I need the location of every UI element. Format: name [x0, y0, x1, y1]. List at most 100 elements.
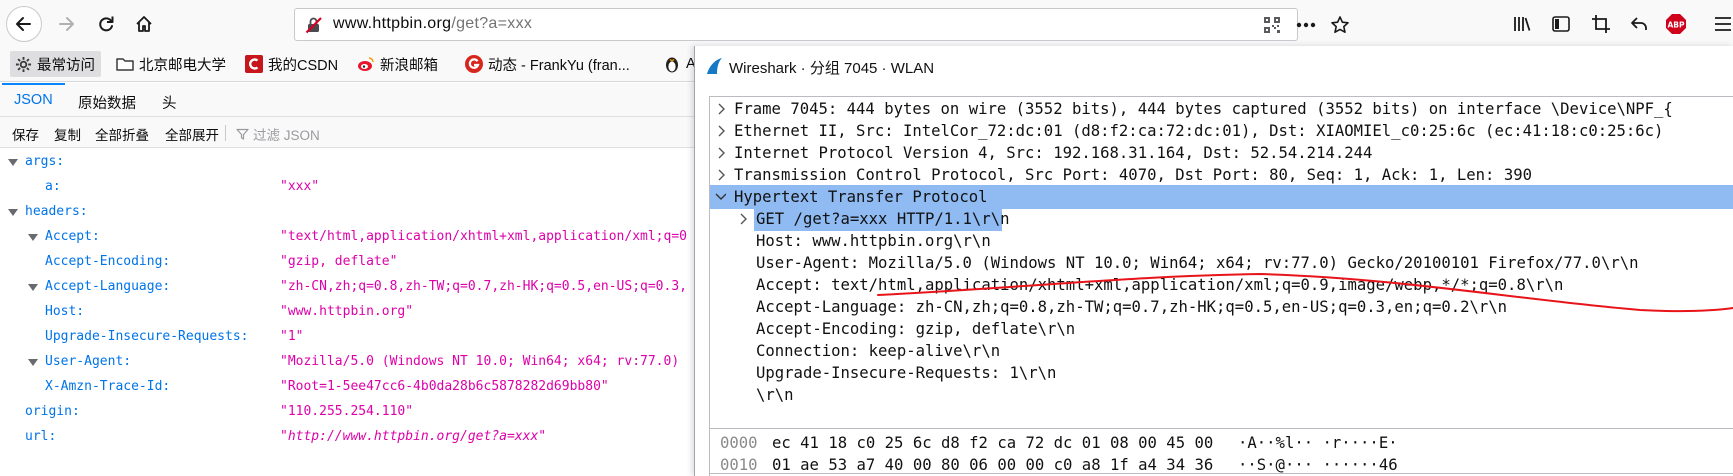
bookmark-csdn[interactable]: 我的CSDN: [245, 51, 338, 77]
penguin-icon: [663, 55, 681, 73]
json-row-url[interactable]: url: "http://www.httpbin.org/get?a=xxx": [0, 425, 700, 449]
url-bar[interactable]: www.httpbin.org/get?a=xxx: [294, 8, 1349, 41]
qr-code-icon[interactable]: [1263, 16, 1281, 34]
tree-row-accept-language[interactable]: Accept-Language: zh-CN,zh;q=0.8,zh-TW;q=…: [710, 295, 1733, 319]
json-row-accept[interactable]: Accept: "text/html,application/xhtml+xml…: [0, 225, 700, 249]
json-row-accept-encoding[interactable]: Accept-Encoding: "gzip, deflate": [0, 250, 700, 274]
wireshark-title-bar[interactable]: Wireshark · 分组 7045 · WLAN: [695, 46, 1733, 86]
twisty-expanded-icon[interactable]: [28, 284, 38, 291]
collapse-all-button[interactable]: 全部折叠: [95, 124, 149, 144]
library-button[interactable]: [1511, 13, 1533, 35]
weibo-icon: [357, 55, 375, 73]
adblock-button[interactable]: ABP: [1665, 13, 1687, 35]
bookmark-label: 最常访问: [37, 57, 95, 74]
reload-icon: [99, 16, 114, 32]
tree-row-http-request-line[interactable]: GET /get?a=xxx HTTP/1.1\r\n: [710, 207, 1733, 231]
filter-placeholder: 过滤 JSON: [253, 128, 320, 143]
copy-button[interactable]: 复制: [54, 124, 81, 144]
hex-bytes: ec 41 18 c0 25 6c d8 f2 ca 72 dc 01 08 0…: [772, 434, 1214, 452]
tree-row-host[interactable]: Host: www.httpbin.org\r\n: [710, 229, 1733, 253]
tree-row-accept[interactable]: Accept: text/html,application/xhtml+xml,…: [710, 273, 1733, 297]
json-row-accept-language[interactable]: Accept-Language: "zh-CN,zh;q=0.8,zh-TW;q…: [0, 275, 700, 299]
tree-row-user-agent[interactable]: User-Agent: Mozilla/5.0 (Windows NT 10.0…: [710, 251, 1733, 275]
home-button[interactable]: [126, 6, 162, 42]
reload-button[interactable]: [88, 6, 124, 42]
sidebar-icon: [1552, 16, 1570, 32]
json-row-user-agent[interactable]: User-Agent: "Mozilla/5.0 (Windows NT 10.…: [0, 350, 700, 374]
page-actions-button[interactable]: [1295, 15, 1317, 35]
chevron-right-icon[interactable]: [716, 163, 728, 187]
undo-button[interactable]: [1628, 13, 1650, 35]
arrow-left-icon: [16, 17, 31, 31]
json-row-headers[interactable]: headers:: [0, 200, 700, 224]
tree-row-text: Host: www.httpbin.org\r\n: [756, 232, 991, 250]
json-key: headers:: [25, 204, 88, 219]
bookmark-bupt[interactable]: 北京邮电大学: [116, 51, 226, 77]
tree-row-tcp[interactable]: Transmission Control Protocol, Src Port:…: [710, 163, 1733, 187]
bookmark-a[interactable]: A: [663, 51, 696, 77]
tree-row-crlf[interactable]: \r\n: [710, 383, 1733, 407]
forward-button[interactable]: [48, 6, 84, 42]
wireshark-window: Wireshark · 分组 7045 · WLAN Frame 7045: 4…: [694, 46, 1733, 476]
toolbar-divider: [225, 125, 226, 141]
json-row-args[interactable]: args:: [0, 150, 700, 174]
screenshot-button[interactable]: [1590, 13, 1612, 35]
tree-row-text: Upgrade-Insecure-Requests: 1\r\n: [756, 364, 1057, 382]
json-row-origin[interactable]: origin: "110.255.254.110": [0, 400, 700, 424]
json-viewer-tabs: JSON 原始数据 头: [0, 83, 700, 117]
tree-row-accept-encoding[interactable]: Accept-Encoding: gzip, deflate\r\n: [710, 317, 1733, 341]
filter-json-input[interactable]: 过滤 JSON: [236, 124, 320, 144]
json-row-trace-id[interactable]: X-Amzn-Trace-Id: "Root=1-5ee47cc6-4b0da2…: [0, 375, 700, 399]
chevron-right-icon[interactable]: [738, 207, 750, 231]
tree-row-frame[interactable]: Frame 7045: 444 bytes on wire (3552 bits…: [710, 97, 1733, 121]
twisty-expanded-icon[interactable]: [8, 209, 18, 216]
tree-row-ipv4[interactable]: Internet Protocol Version 4, Src: 192.16…: [710, 141, 1733, 165]
g-icon: [465, 55, 483, 73]
twisty-expanded-icon[interactable]: [28, 234, 38, 241]
bookmark-most-visited[interactable]: 最常访问: [10, 51, 101, 77]
tab-raw-data[interactable]: 原始数据: [66, 83, 148, 117]
tree-row-connection[interactable]: Connection: keep-alive\r\n: [710, 339, 1733, 363]
crop-icon: [1592, 15, 1610, 33]
json-value: "www.httpbin.org": [280, 304, 414, 319]
back-button[interactable]: [6, 6, 42, 42]
save-button[interactable]: 保存: [12, 124, 39, 144]
tab-json[interactable]: JSON: [2, 83, 65, 117]
json-key: origin:: [25, 404, 80, 419]
chevron-right-icon[interactable]: [716, 119, 728, 143]
url-host: www.httpbin.org: [333, 15, 452, 32]
tree-row-text: User-Agent: Mozilla/5.0 (Windows NT 10.0…: [756, 254, 1639, 272]
tab-headers[interactable]: 头: [150, 83, 189, 117]
tree-row-upgrade-insecure[interactable]: Upgrade-Insecure-Requests: 1\r\n: [710, 361, 1733, 385]
wireshark-fin-icon: [707, 58, 722, 74]
sidebar-button[interactable]: [1550, 13, 1572, 35]
bookmark-sina-mail[interactable]: 新浪邮箱: [357, 51, 438, 77]
chevron-down-icon[interactable]: [714, 185, 726, 209]
expand-all-button[interactable]: 全部展开: [165, 124, 219, 144]
chevron-right-icon[interactable]: [716, 97, 728, 121]
bookmark-frankyu[interactable]: 动态 - FrankYu (fran...: [465, 51, 630, 77]
tree-row-ethernet[interactable]: Ethernet II, Src: IntelCor_72:dc:01 (d8:…: [710, 119, 1733, 143]
json-value-link[interactable]: "http://www.httpbin.org/get?a=xxx": [280, 425, 546, 449]
tree-row-text: GET /get?a=xxx HTTP/1.1\r\n: [756, 210, 1010, 228]
insecure-lock-icon: [305, 17, 322, 34]
json-value: "xxx": [280, 179, 320, 194]
tree-row-text: Ethernet II, Src: IntelCor_72:dc:01 (d8:…: [734, 122, 1664, 140]
hex-offset: 0000: [720, 434, 758, 452]
twisty-expanded-icon[interactable]: [28, 359, 38, 366]
bookmark-star-button[interactable]: [1329, 15, 1351, 35]
json-viewer-toolbar: 保存 复制 全部折叠 全部展开 过滤 JSON: [0, 117, 700, 148]
twisty-expanded-icon[interactable]: [8, 159, 18, 166]
json-row-a[interactable]: a: "xxx": [0, 175, 700, 199]
overflow-menu-button[interactable]: [1712, 13, 1733, 35]
json-key: X-Amzn-Trace-Id:: [45, 379, 171, 394]
json-row-upgrade-insecure[interactable]: Upgrade-Insecure-Requests: "1": [0, 325, 700, 349]
url-text[interactable]: www.httpbin.org/get?a=xxx: [333, 15, 532, 33]
tree-row-http-selected[interactable]: Hypertext Transfer Protocol: [710, 185, 1733, 209]
bookmark-label: 新浪邮箱: [380, 57, 438, 74]
folder-icon: [116, 55, 134, 73]
tree-row-text: Accept: text/html,application/xhtml+xml,…: [756, 276, 1564, 294]
chevron-right-icon[interactable]: [716, 141, 728, 165]
json-value: "1": [280, 329, 304, 344]
json-row-host[interactable]: Host: "www.httpbin.org": [0, 300, 700, 324]
